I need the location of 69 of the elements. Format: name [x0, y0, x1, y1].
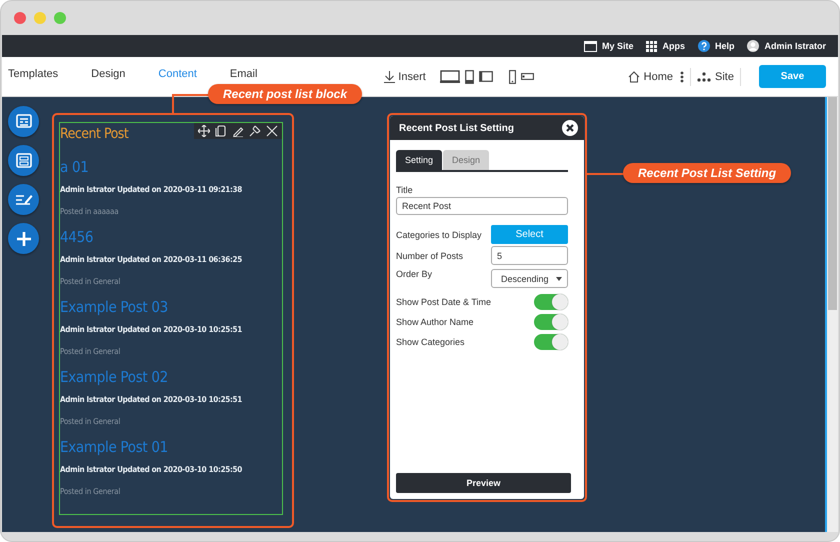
sitemap-icon[interactable] [697, 72, 712, 82]
order-dropdown[interactable]: Descending [491, 269, 568, 288]
callout-label: Recent post list block [208, 84, 362, 104]
edit-icon[interactable] [232, 125, 244, 137]
nav-tab[interactable]: Content [158, 68, 197, 80]
field-label: Order By [396, 269, 432, 279]
post-category: Posted in General [60, 277, 122, 286]
toggle-label: Show Author Name [396, 317, 474, 327]
copy-icon[interactable] [215, 125, 227, 137]
add-icon [14, 230, 32, 248]
block-title: Recent Post [60, 126, 128, 142]
post-meta: Admin Istrator Updated on 2020-03-10 10:25:51 [60, 395, 243, 404]
post-meta: Admin Istrator Updated on 2020-03-10 10:25:50 [60, 465, 243, 474]
panel-title: Recent Post List Setting [399, 122, 514, 134]
field-label: Title [396, 185, 414, 195]
more-icon[interactable] [680, 70, 684, 82]
nav-tab[interactable]: Design [91, 68, 126, 80]
close-icon[interactable] [562, 120, 578, 136]
field-label: Number of Posts [396, 250, 464, 260]
tool-button[interactable] [8, 223, 39, 254]
desktop-icon[interactable] [440, 70, 460, 84]
home-icon[interactable] [628, 70, 640, 82]
phone-icon[interactable] [508, 70, 516, 84]
post-meta: Admin Istrator Updated on 2020-03-11 09:21:38 [60, 185, 243, 194]
download-icon[interactable] [384, 70, 396, 82]
post-meta: Admin Istrator Updated on 2020-03-10 10:25:51 [60, 325, 243, 334]
post-category: Posted in aaaaaa [60, 207, 120, 216]
close-icon[interactable] [266, 125, 278, 137]
nav-tab[interactable]: Email [230, 68, 258, 80]
top-bar-link[interactable]: Admin Istrator [764, 41, 826, 51]
post-category: Posted in General [60, 487, 122, 496]
post-category: Posted in General [60, 347, 122, 356]
pin-icon[interactable] [249, 125, 261, 137]
panel-tab[interactable]: Setting [396, 150, 442, 170]
avatar-icon [747, 40, 760, 52]
preview-button[interactable]: Preview [396, 473, 571, 493]
tool-button[interactable] [8, 184, 39, 215]
home-link[interactable]: Home [644, 70, 674, 82]
toggle-label: Show Post Date & Time [396, 297, 492, 307]
insert-link[interactable]: Insert [398, 70, 426, 82]
tablet-icon[interactable] [464, 70, 474, 84]
toggle-switch[interactable] [534, 334, 568, 350]
number-input[interactable]: 5 [491, 246, 568, 265]
grid-icon [646, 40, 658, 52]
callout-label: Recent Post List Setting [623, 163, 792, 183]
help-icon [698, 40, 710, 52]
scrollbar-thumb[interactable] [828, 97, 837, 310]
layout-icon [14, 152, 32, 170]
top-bar-link[interactable]: My Site [602, 41, 634, 51]
tool-button[interactable] [8, 106, 39, 137]
browser-icon [584, 40, 597, 52]
post-meta: Admin Istrator Updated on 2020-03-11 06:36:25 [60, 255, 243, 264]
field-label: Categories to Display [396, 230, 482, 240]
toggle-switch[interactable] [534, 294, 568, 310]
tablet-landscape-icon[interactable] [478, 71, 493, 82]
top-bar-link[interactable]: Apps [662, 41, 685, 51]
tool-button[interactable] [8, 145, 39, 176]
dropdown-value: Descending [501, 274, 549, 284]
title-input[interactable]: Recent Post [396, 197, 568, 215]
move-icon[interactable] [198, 125, 210, 137]
site-link[interactable]: Site [715, 70, 734, 82]
toggle-switch[interactable] [534, 314, 568, 330]
nav-tab[interactable]: Templates [8, 68, 58, 80]
post-category: Posted in General [60, 417, 122, 426]
dropdown-caret-icon [556, 276, 562, 280]
top-bar-link[interactable]: Help [714, 41, 734, 51]
form-icon [14, 112, 32, 130]
phone-landscape-icon[interactable] [520, 73, 534, 80]
toggle-label: Show Categories [396, 337, 465, 347]
